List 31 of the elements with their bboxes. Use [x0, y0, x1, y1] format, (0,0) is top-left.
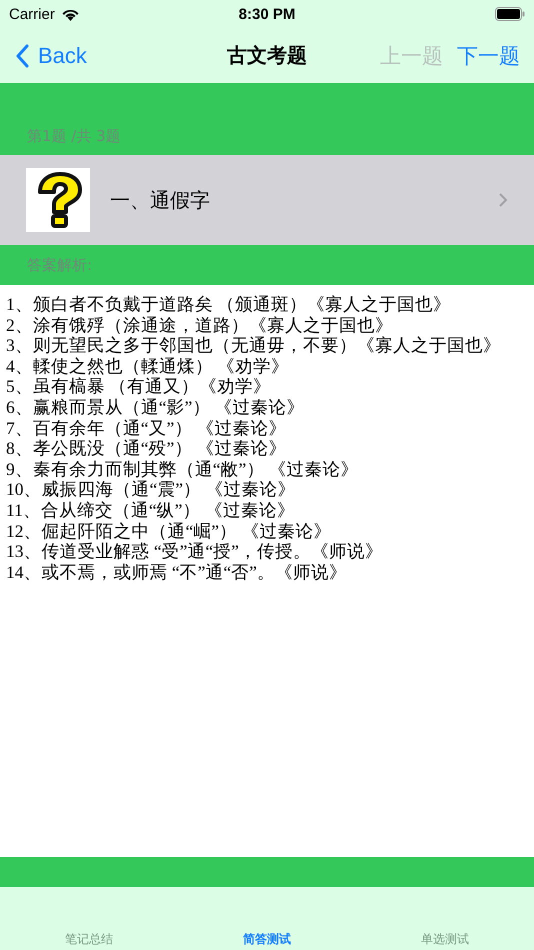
wifi-icon [60, 7, 80, 21]
answer-line: 1、颁白者不负戴于道路矣 （颁通斑）《寡人之于国也》 [6, 294, 452, 315]
back-chevron-icon [16, 44, 30, 68]
next-question-button[interactable]: 下一题 [457, 42, 520, 70]
answer-line: 10、威振四海（通“震”） 《过秦论》 [6, 479, 296, 500]
answer-line: 14、或不焉，或师焉 “不”通“否”。《师说》 [6, 562, 348, 582]
tab-item[interactable]: 笔记总结 [29, 931, 149, 948]
question-row[interactable]: 一、通假字 [0, 155, 534, 245]
answer-line: 5、虽有槁暴 （有通又）《劝学》 [6, 376, 272, 397]
tab-item[interactable]: 单选测试 [385, 931, 505, 948]
answer-line: 12、倔起阡陌之中（通“崛”） 《过秦论》 [6, 520, 332, 542]
battery-icon [495, 7, 525, 21]
answer-line: 4、輮使之然也（輮通煣） 《劝学》 [6, 356, 290, 376]
question-mark-icon [26, 168, 90, 232]
back-button[interactable]: Back [16, 42, 87, 68]
answer-line: 6、赢粮而景从（通“影”） 《过秦论》 [6, 396, 306, 418]
answer-line: 8、孝公既没（通“殁”） 《过秦论》 [6, 438, 288, 459]
answer-line: 11、合从缔交（通“纵”） 《过秦论》 [6, 500, 296, 521]
clock-time: 8:30 PM [238, 6, 296, 22]
answer-line: 3、则无望民之多于邻国也（无通毋，不要）《寡人之于国也》 [6, 335, 502, 356]
screen-title: 古文考题 [227, 42, 307, 69]
tab-item[interactable]: 简答测试 [207, 931, 327, 948]
answer-line: 2、涂有饿殍（涂通途，道路）《寡人之于国也》 [6, 314, 394, 336]
question-title: 一、通假字 [110, 186, 211, 214]
question-counter: 第1题 /共 3题 [27, 127, 121, 146]
answer-label: 答案解析: [27, 256, 92, 274]
answer-line: 7、百有余年（通“又”） 《过秦论》 [6, 418, 288, 438]
answer-line: 13、传道受业解惑 “受”通“授”，传授。《师说》 [6, 541, 384, 562]
carrier-label: Carrier [9, 6, 55, 22]
chevron-icon [498, 192, 508, 208]
answer-line: 9、秦有余力而制其弊（通“敝”） 《过秦论》 [6, 458, 360, 480]
